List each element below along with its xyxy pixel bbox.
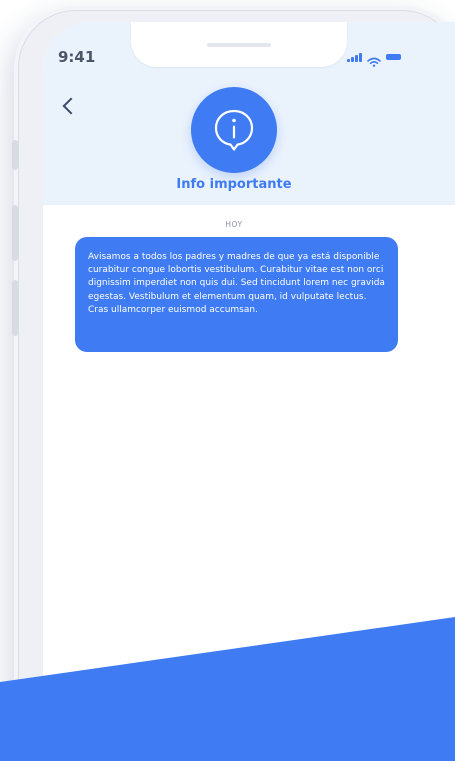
status-time: 9:41 — [58, 48, 96, 66]
speaker-grille — [207, 43, 271, 47]
message-bubble[interactable]: Avisamos a todos los padres y madres de … — [75, 237, 398, 352]
notch — [131, 22, 347, 67]
volume-down-button — [12, 280, 18, 336]
status-icons — [347, 52, 401, 67]
info-avatar — [191, 87, 277, 173]
info-icon — [214, 109, 254, 151]
header-title: Info importante — [176, 177, 292, 192]
wifi-icon — [366, 52, 381, 67]
battery-icon — [385, 54, 401, 60]
day-separator: HOY — [225, 220, 243, 229]
volume-up-button — [12, 205, 18, 261]
signal-icon — [347, 52, 362, 62]
mute-switch — [12, 140, 18, 170]
